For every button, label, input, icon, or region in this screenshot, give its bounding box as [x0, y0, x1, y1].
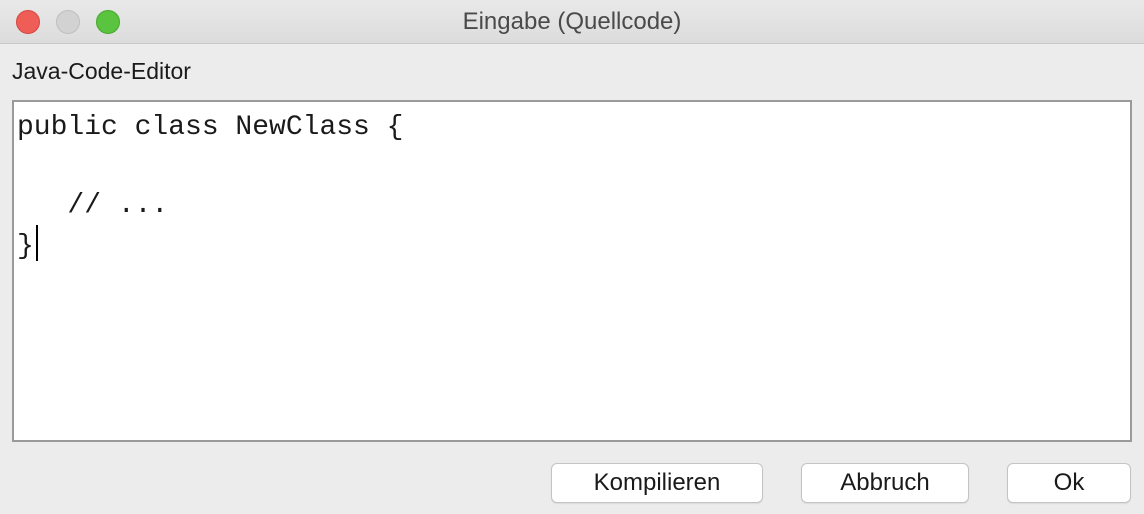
code-editor[interactable]: public class NewClass { // ... } — [12, 100, 1132, 442]
compile-button[interactable]: Kompilieren — [551, 463, 763, 503]
editor-label: Java-Code-Editor — [12, 58, 191, 84]
code-line: // ... — [17, 190, 169, 221]
code-line: } — [17, 231, 34, 262]
text-caret — [35, 225, 38, 261]
ok-button[interactable]: Ok — [1007, 463, 1131, 503]
dialog-window: Eingabe (Quellcode) Java-Code-Editor pub… — [0, 0, 1144, 514]
window-title: Eingabe (Quellcode) — [462, 8, 682, 35]
code-line: public class NewClass { — [17, 112, 404, 143]
title-bar[interactable]: Eingabe (Quellcode) — [0, 0, 1144, 44]
code-text[interactable]: public class NewClass { // ... } — [14, 102, 1130, 266]
cancel-button[interactable]: Abbruch — [801, 463, 969, 503]
